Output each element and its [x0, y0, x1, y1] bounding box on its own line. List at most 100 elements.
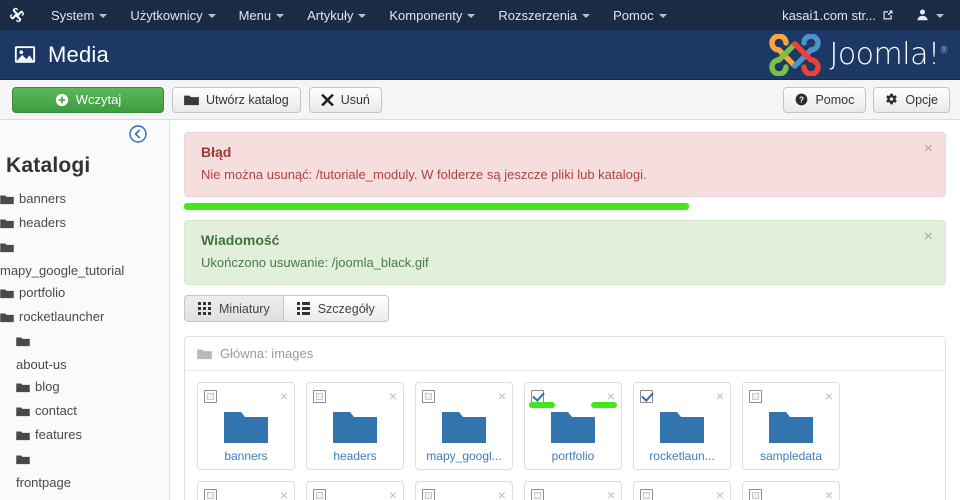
- grid-icon: [198, 302, 211, 315]
- tile-checkbox[interactable]: [640, 488, 653, 500]
- tile-checkbox[interactable]: [313, 389, 326, 403]
- media-tile[interactable]: × portfolio: [524, 382, 622, 470]
- sidebar-item-link[interactable]: banners: [0, 190, 159, 209]
- create-folder-button[interactable]: Utwórz katalog: [172, 86, 301, 113]
- site-preview-link[interactable]: kasai1.com str...: [772, 4, 904, 27]
- sidebar-item-link[interactable]: feature: [38, 496, 159, 500]
- folder-icon: [16, 334, 30, 351]
- folder-icon: [0, 240, 14, 257]
- options-button[interactable]: Opcje: [873, 86, 950, 113]
- tile-checkbox[interactable]: [204, 488, 217, 500]
- sidebar-item-frontpage[interactable]: frontpage: [0, 450, 159, 491]
- tile-checkbox[interactable]: [640, 389, 653, 403]
- main-shell: Katalogi banners headers mapy_google_tutor…: [0, 120, 960, 500]
- sidebar-item-label: portfolio: [19, 285, 66, 300]
- sidebar-item-link[interactable]: rocketlauncher: [0, 308, 159, 327]
- menu-item-extensions[interactable]: Rozszerzenia: [487, 4, 601, 27]
- tab-thumbnails[interactable]: Miniatury: [184, 295, 284, 322]
- breadcrumb-label: Główna: images: [220, 346, 314, 361]
- close-icon[interactable]: ×: [924, 141, 933, 157]
- tile-remove-icon[interactable]: ×: [607, 488, 615, 500]
- media-tile[interactable]: × headers: [306, 382, 404, 470]
- sidebar-item-link[interactable]: blog: [16, 378, 159, 397]
- media-tile[interactable]: × sampledata: [742, 382, 840, 470]
- media-content: × Błąd Nie można usunąć: /tutoriale_modu…: [170, 120, 960, 500]
- media-tile[interactable]: × mapy_googl...: [415, 382, 513, 470]
- sidebar-item-feature[interactable]: feature: [0, 496, 159, 500]
- delete-button-label: Usuń: [340, 92, 370, 107]
- sidebar-item-headers[interactable]: headers: [0, 214, 159, 233]
- sidebar-item-mapy_google_tutorial[interactable]: mapy_google_tutorial: [0, 238, 159, 279]
- tile-checkbox[interactable]: [531, 488, 544, 500]
- menu-label: Pomoc: [613, 7, 654, 23]
- user-menu[interactable]: [904, 4, 950, 27]
- tile-remove-icon[interactable]: ×: [389, 389, 397, 403]
- media-tile[interactable]: ×: [415, 481, 513, 500]
- tile-checkbox[interactable]: [204, 389, 217, 403]
- menu-item-components[interactable]: Komponenty: [378, 4, 486, 27]
- tile-remove-icon[interactable]: ×: [825, 488, 833, 500]
- media-tile[interactable]: ×: [633, 481, 731, 500]
- menu-item-menu[interactable]: Menu: [228, 4, 296, 27]
- media-tile[interactable]: ×: [742, 481, 840, 500]
- delete-button[interactable]: Usuń: [308, 86, 382, 113]
- arrow-left-circle-icon[interactable]: [129, 125, 147, 143]
- sidebar-item-features[interactable]: features: [0, 426, 159, 445]
- tile-checkbox[interactable]: [749, 389, 762, 403]
- sidebar-item-about-us[interactable]: about-us: [0, 332, 159, 373]
- view-mode-tabs: Miniatury Szczegóły: [184, 295, 946, 322]
- sidebar-item-portfolio[interactable]: portfolio: [0, 284, 159, 303]
- sidebar-item-link[interactable]: features: [16, 426, 159, 445]
- menu-item-system[interactable]: System: [40, 4, 118, 27]
- media-tile[interactable]: × rocketlaun...: [633, 382, 731, 470]
- tile-label: mapy_googl...: [426, 449, 502, 463]
- menu-label: Rozszerzenia: [498, 7, 578, 23]
- tile-remove-icon[interactable]: ×: [607, 389, 615, 403]
- menu-item-articles[interactable]: Artykuły: [296, 4, 377, 27]
- tile-remove-icon[interactable]: ×: [389, 488, 397, 500]
- sidebar-item-blog[interactable]: blog: [0, 378, 159, 397]
- menu-label: Użytkownicy: [130, 7, 203, 23]
- folder-icon: [660, 409, 704, 446]
- sidebar-item-link[interactable]: contact: [16, 402, 159, 421]
- tab-details[interactable]: Szczegóły: [283, 295, 389, 322]
- help-button[interactable]: ? Pomoc: [783, 86, 867, 113]
- close-icon[interactable]: ×: [924, 229, 933, 245]
- sidebar-item-label: about-us: [16, 357, 67, 372]
- media-tile[interactable]: ×: [524, 481, 622, 500]
- sidebar-item-link[interactable]: mapy_google_tutorial: [0, 238, 159, 279]
- sidebar-item-banners[interactable]: banners: [0, 190, 159, 209]
- tile-remove-icon[interactable]: ×: [825, 389, 833, 403]
- menu-item-users[interactable]: Użytkownicy: [119, 4, 226, 27]
- image-icon: [14, 45, 36, 64]
- sidebar-item-link[interactable]: about-us: [16, 332, 159, 373]
- tile-remove-icon[interactable]: ×: [498, 488, 506, 500]
- tile-remove-icon[interactable]: ×: [280, 389, 288, 403]
- tile-remove-icon[interactable]: ×: [716, 488, 724, 500]
- sidebar-item-rocketlauncher[interactable]: rocketlauncher: [0, 308, 159, 327]
- tile-label: banners: [224, 449, 268, 463]
- menu-item-help[interactable]: Pomoc: [602, 4, 677, 27]
- tile-remove-icon[interactable]: ×: [280, 488, 288, 500]
- tile-checkbox[interactable]: [531, 389, 544, 403]
- joomla-logo-icon[interactable]: [8, 6, 26, 24]
- sidebar-item-link[interactable]: frontpage: [16, 450, 159, 491]
- tile-checkbox[interactable]: [313, 488, 326, 500]
- media-tile[interactable]: ×tutoriale: [197, 481, 295, 500]
- chevron-down-icon: [207, 14, 216, 18]
- sidebar-item-link[interactable]: headers: [0, 214, 159, 233]
- list-icon: [296, 302, 310, 315]
- tile-checkbox[interactable]: [749, 488, 762, 500]
- folder-icon: [16, 380, 30, 397]
- tile-checkbox[interactable]: [422, 488, 435, 500]
- tile-controls: ×: [307, 482, 403, 500]
- media-tile[interactable]: × banners: [197, 382, 295, 470]
- tile-checkbox[interactable]: [422, 389, 435, 403]
- sidebar-item-contact[interactable]: contact: [0, 402, 159, 421]
- tile-remove-icon[interactable]: ×: [498, 389, 506, 403]
- media-tile[interactable]: ×: [306, 481, 404, 500]
- tile-remove-icon[interactable]: ×: [716, 389, 724, 403]
- sidebar-item-link[interactable]: portfolio: [0, 284, 159, 303]
- upload-button[interactable]: Wczytaj: [12, 86, 164, 113]
- tile-controls: ×: [198, 482, 294, 500]
